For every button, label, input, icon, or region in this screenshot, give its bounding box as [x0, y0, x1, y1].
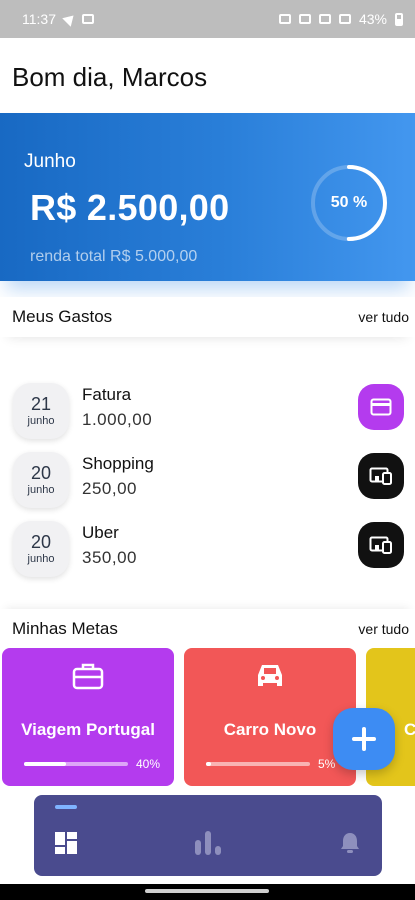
credit-card-icon[interactable]	[358, 384, 404, 430]
telegram-icon	[62, 11, 78, 27]
expense-day: 20	[30, 532, 52, 552]
battery-percentage: 43%	[358, 11, 387, 27]
goal-percent: 5%	[318, 757, 336, 771]
nav-notifications[interactable]	[330, 823, 370, 863]
nav-dashboard[interactable]	[46, 823, 86, 863]
progress-percent: 50 %	[330, 194, 368, 211]
goals-see-all-link[interactable]: ver tudo	[358, 621, 415, 637]
expenses-header: Meus Gastos ver tudo	[0, 297, 415, 337]
expense-date: 20 junho	[13, 452, 69, 508]
goal-percent: 40%	[136, 757, 161, 771]
expense-value: 1.000,00	[82, 410, 153, 429]
mute-icon	[298, 14, 311, 24]
expense-value: 350,00	[82, 548, 137, 567]
goal-title: Viagem Portugal	[21, 720, 155, 739]
expense-month: junho	[27, 553, 55, 565]
expense-row[interactable]: 21 junho Fatura 1.000,00	[0, 383, 415, 445]
goal-progress-fill	[206, 762, 212, 766]
message-icon	[82, 14, 94, 24]
system-icons: 43%	[278, 11, 403, 27]
expense-date: 20 junho	[13, 521, 69, 577]
status-bar: 11:37 43%	[0, 0, 415, 38]
goal-title: Carro Novo	[223, 720, 317, 739]
greeting-title: Bom dia, Marcos	[12, 62, 208, 92]
expenses-see-all-link[interactable]: ver tudo	[358, 309, 415, 325]
bottom-navigation	[34, 795, 382, 876]
expense-row[interactable]: 20 junho Uber 350,00	[0, 521, 415, 583]
total-income: renda total R$ 5.000,00	[30, 248, 198, 265]
notification-icons	[62, 11, 94, 27]
expense-day: 20	[30, 463, 52, 483]
expenses-title: Meus Gastos	[12, 307, 113, 326]
goal-card[interactable]: Viagem Portugal 40%	[2, 648, 174, 786]
goal-card[interactable]: Carro Novo 5%	[184, 648, 356, 786]
expense-row[interactable]: 20 junho Shopping 250,00	[0, 452, 415, 514]
system-navigation-bar	[0, 884, 415, 900]
expense-month: junho	[27, 484, 55, 496]
wifi-icon	[318, 14, 331, 24]
active-tab-indicator	[55, 805, 77, 809]
devices-icon[interactable]	[358, 522, 404, 568]
home-indicator[interactable]	[145, 889, 269, 893]
dashboard-icon	[55, 832, 77, 854]
expense-name: Fatura	[82, 385, 132, 404]
expense-day: 21	[30, 394, 52, 414]
expense-name: Uber	[82, 523, 119, 542]
expense-month: junho	[27, 415, 55, 427]
devices-icon[interactable]	[358, 453, 404, 499]
signal-icon	[338, 14, 351, 24]
month-label: Junho	[24, 151, 76, 172]
car-icon	[184, 662, 356, 690]
balance-card: Junho R$ 2.500,00 renda total R$ 5.000,0…	[0, 113, 415, 281]
expense-date: 21 junho	[13, 383, 69, 439]
expense-value: 250,00	[82, 479, 137, 498]
battery-icon	[395, 12, 403, 26]
goal-progress-track	[206, 762, 310, 766]
goal-progress-track	[24, 762, 128, 766]
goal-progress-fill	[24, 762, 66, 766]
balance-amount: R$ 2.500,00	[30, 187, 230, 228]
plus-icon	[352, 727, 376, 751]
expense-name: Shopping	[82, 454, 154, 473]
bar-chart-icon	[195, 831, 221, 855]
goals-title: Minhas Metas	[12, 619, 118, 638]
goals-header: Minhas Metas ver tudo	[0, 609, 415, 649]
nav-statistics[interactable]	[188, 823, 228, 863]
alarm-icon	[278, 14, 291, 24]
suitcase-icon	[2, 662, 174, 690]
bell-icon	[341, 833, 359, 853]
status-time: 11:37	[22, 11, 56, 27]
add-button[interactable]	[333, 708, 395, 770]
